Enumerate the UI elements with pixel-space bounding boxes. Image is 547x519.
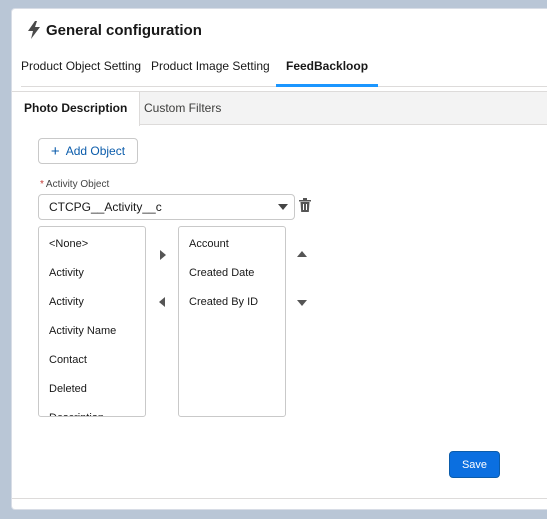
list-item[interactable]: <None> <box>39 230 145 259</box>
activity-object-select[interactable]: CTCPG__Activity__c <box>38 194 295 220</box>
sub-tab-bar: Photo Description Custom Filters <box>12 92 547 126</box>
available-fields-listbox[interactable]: <None> Activity Activity Activity Name C… <box>38 226 146 417</box>
move-up-arrow-icon[interactable] <box>297 251 307 257</box>
list-item[interactable]: Deleted <box>39 375 145 404</box>
top-tab-bar: Product Object Setting Product Image Set… <box>21 57 547 87</box>
tab-custom-filters[interactable]: Custom Filters <box>132 92 233 125</box>
save-button[interactable]: Save <box>449 451 500 478</box>
required-marker: * <box>40 179 44 190</box>
list-item[interactable]: Activity <box>39 259 145 288</box>
tab-feedbackloop[interactable]: FeedBackloop <box>276 59 379 87</box>
chevron-down-icon <box>278 204 288 210</box>
title-row: General configuration <box>26 21 202 39</box>
move-down-arrow-icon[interactable] <box>297 300 307 306</box>
add-object-label: Add Object <box>65 144 126 158</box>
configuration-card: General configuration Product Object Set… <box>11 8 547 510</box>
move-right-arrow-icon[interactable] <box>160 250 166 260</box>
move-left-arrow-icon[interactable] <box>159 297 165 307</box>
trash-icon[interactable] <box>299 198 311 212</box>
lightning-bolt-icon <box>28 21 40 39</box>
list-item[interactable]: Activity <box>39 288 145 317</box>
list-item[interactable]: Created By ID <box>179 288 285 317</box>
list-item[interactable]: Account <box>179 230 285 259</box>
tab-product-image-setting[interactable]: Product Image Setting <box>151 59 270 87</box>
tab-product-object-setting[interactable]: Product Object Setting <box>21 59 141 87</box>
activity-object-label: * Activity Object <box>40 179 110 190</box>
page-header: General configuration Product Object Set… <box>12 9 547 87</box>
page-title: General configuration <box>46 21 202 39</box>
plus-icon: + <box>50 142 60 160</box>
feedbackloop-panel: Photo Description Custom Filters + Add O… <box>12 91 547 499</box>
selected-fields-listbox[interactable]: Account Created Date Created By ID <box>178 226 286 417</box>
activity-object-value: CTCPG__Activity__c <box>49 200 162 214</box>
add-object-button[interactable]: + Add Object <box>38 138 138 164</box>
list-item[interactable]: Description <box>39 404 145 416</box>
list-item[interactable]: Contact <box>39 346 145 375</box>
tab-photo-description[interactable]: Photo Description <box>12 92 141 126</box>
list-item[interactable]: Activity Name <box>39 317 145 346</box>
list-item[interactable]: Created Date <box>179 259 285 288</box>
